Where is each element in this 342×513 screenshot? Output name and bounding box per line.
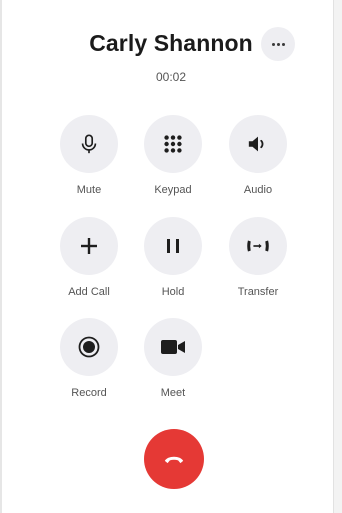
record-icon	[78, 336, 100, 358]
pause-icon	[167, 239, 179, 253]
keypad-icon	[164, 135, 182, 153]
record-control: Record	[49, 318, 129, 399]
keypad-control: Keypad	[133, 115, 213, 196]
transfer-control: Transfer	[218, 217, 298, 298]
audio-control: Audio	[218, 115, 298, 196]
more-options-icon	[271, 42, 285, 46]
microphone-icon	[81, 134, 97, 154]
add-call-label: Add Call	[68, 286, 110, 298]
audio-button[interactable]	[229, 115, 287, 173]
transfer-label: Transfer	[237, 286, 279, 298]
mute-control: Mute	[49, 115, 129, 196]
hold-button[interactable]	[144, 217, 202, 275]
hold-label: Hold	[161, 286, 185, 298]
audio-label: Audio	[243, 184, 273, 196]
hold-control: Hold	[133, 217, 213, 298]
keypad-button[interactable]	[144, 115, 202, 173]
video-camera-icon	[161, 340, 185, 354]
plus-icon	[81, 238, 97, 254]
end-call-button[interactable]	[144, 429, 204, 489]
speaker-icon	[248, 136, 264, 152]
add-call-control: Add Call	[49, 217, 129, 298]
meet-label: Meet	[160, 387, 186, 399]
add-call-button[interactable]	[60, 217, 118, 275]
meet-control: Meet	[133, 318, 213, 399]
call-timer: 00:02	[155, 70, 187, 84]
record-label: Record	[71, 387, 107, 399]
transfer-icon	[247, 240, 269, 252]
more-options-button[interactable]	[261, 27, 295, 61]
mute-label: Mute	[76, 184, 102, 196]
transfer-button[interactable]	[229, 217, 287, 275]
hang-up-icon	[164, 456, 184, 464]
meet-button[interactable]	[144, 318, 202, 376]
mute-button[interactable]	[60, 115, 118, 173]
keypad-label: Keypad	[154, 184, 192, 196]
record-button[interactable]	[60, 318, 118, 376]
